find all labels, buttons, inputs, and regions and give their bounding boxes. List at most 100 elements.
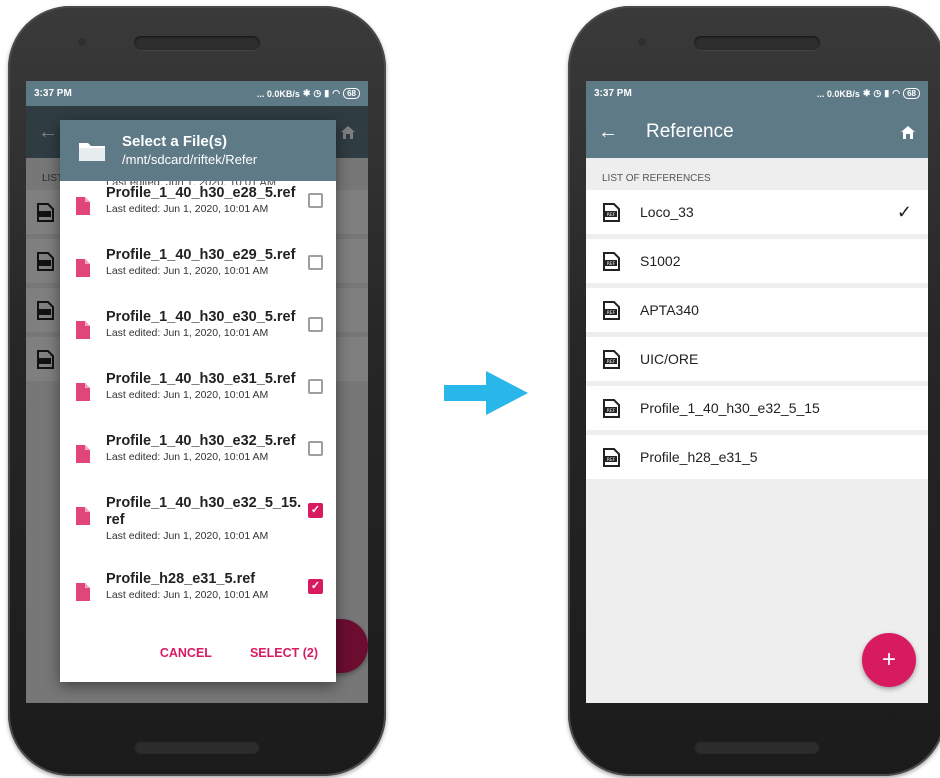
status-bar: 3:37 PM ... 0.0KB/s ✱ ◷ ▮ ◠ 68 (586, 81, 928, 106)
bottom-speaker (134, 740, 260, 754)
file-name: Profile_1_40_h30_e30_5.ref (106, 309, 296, 325)
reference-item[interactable]: REF Profile_h28_e31_5 (586, 435, 928, 479)
status-icons: ... 0.0KB/s ✱ ◷ ▮ ◠ 68 (817, 88, 920, 99)
file-text: Profile_1_40_h30_e32_5_15.ref Last edited… (106, 495, 302, 543)
file-row[interactable]: Profile_1_40_h30_e28_5.ref Last edited: J… (60, 185, 336, 247)
front-camera (638, 38, 646, 46)
file-meta: Last edited: Jun 1, 2020, 10:01 AM (106, 389, 269, 401)
file-checkbox[interactable]: ✓ (308, 503, 323, 518)
file-icon (76, 383, 90, 401)
alarm-icon: ◷ (313, 88, 322, 98)
file-meta: Last edited: Jun 1, 2020, 10:01 AM (106, 589, 269, 601)
file-icon (76, 583, 90, 601)
reference-item[interactable]: REF APTA340 (586, 288, 928, 332)
reference-label: Profile_h28_e31_5 (640, 449, 758, 465)
ref-file-icon: REF (603, 202, 620, 222)
file-picker-dialog: Select a File(s) /mnt/sdcard/riftek/Refe… (60, 120, 336, 682)
file-row[interactable]: Profile_1_40_h30_e31_5.ref Last edited: J… (60, 371, 336, 433)
dialog-actions: CANCEL SELECT (2) (60, 624, 336, 682)
file-name: Profile_h28_e31_5.ref (106, 571, 256, 587)
file-checkbox[interactable] (308, 193, 323, 208)
battery-icon: 68 (903, 88, 920, 99)
svg-text:REF: REF (607, 310, 616, 316)
dialog-title: Select a File(s) (122, 133, 228, 150)
reference-list: REF Loco_33 ✓ REF S1002 REF APTA340 REF UIC/ORE R… (586, 190, 928, 479)
dialog-header: Select a File(s) /mnt/sdcard/riftek/Refe… (60, 120, 336, 181)
file-meta: Last edited: Jun 1, 2020, 10:01 AM (106, 451, 269, 463)
bottom-speaker (694, 740, 820, 754)
file-name: Profile_1_40_h30_e32_5_15.ref (106, 495, 302, 528)
select-button[interactable]: SELECT (2) (250, 646, 318, 660)
back-arrow-icon[interactable]: ← (598, 121, 618, 144)
ref-file-icon: REF (603, 349, 620, 369)
reference-label: S1002 (640, 253, 681, 269)
file-row[interactable]: Profile_1_40_h30_e32_5.ref Last edited: J… (60, 433, 336, 495)
earpiece-speaker (694, 36, 820, 50)
file-meta: Last edited: Jun 1, 2020, 10:01 AM (106, 530, 269, 542)
status-time: 3:37 PM (594, 88, 632, 99)
reference-label: Profile_1_40_h30_e32_5_15 (640, 400, 820, 416)
ref-file-icon: REF (603, 398, 620, 418)
signal-icon: ▮ (884, 88, 890, 98)
svg-text:REF: REF (607, 261, 616, 267)
alarm-icon: ◷ (873, 88, 882, 98)
reference-item[interactable]: REF UIC/ORE (586, 337, 928, 381)
battery-icon: 68 (343, 88, 360, 99)
cancel-button[interactable]: CANCEL (160, 646, 212, 660)
file-checkbox[interactable] (308, 379, 323, 394)
svg-text:REF: REF (607, 359, 616, 365)
file-row[interactable]: Profile_1_40_h30_e32_5_15.ref Last edited… (60, 495, 336, 571)
reference-item[interactable]: REF Profile_1_40_h30_e32_5_15 (586, 386, 928, 430)
file-row[interactable]: Profile_1_40_h30_e29_5.ref Last edited: J… (60, 247, 336, 309)
reference-label: Loco_33 (640, 204, 694, 220)
reference-label: UIC/ORE (640, 351, 699, 367)
dialog-path: /mnt/sdcard/riftek/Refer (122, 152, 258, 167)
file-icon (76, 197, 90, 215)
reference-item[interactable]: REF Loco_33 ✓ (586, 190, 928, 234)
file-meta: Last edited: Jun 1, 2020, 10:01 AM (106, 327, 269, 339)
file-checkbox[interactable]: ✓ (308, 579, 323, 594)
file-name: Profile_1_40_h30_e31_5.ref (106, 371, 296, 387)
file-text: Profile_1_40_h30_e32_5.ref Last edited: J… (106, 433, 302, 464)
earpiece-speaker (134, 36, 260, 50)
file-checkbox[interactable] (308, 255, 323, 270)
net-speed: ... 0.0KB/s (256, 88, 300, 99)
file-icon (76, 259, 90, 277)
front-camera (78, 38, 86, 46)
toolbar: ← Reference (586, 106, 928, 158)
status-bar: 3:37 PM ... 0.0KB/s ✱ ◷ ▮ ◠ 68 (26, 81, 368, 106)
wifi-icon: ◠ (892, 88, 901, 98)
toolbar-title: Reference (646, 121, 734, 142)
ref-file-icon: REF (603, 447, 620, 467)
file-name: Profile_1_40_h30_e28_5.ref (106, 185, 296, 201)
file-meta: Last edited: Jun 1, 2020, 10:01 AM (106, 203, 269, 215)
wifi-icon: ◠ (332, 88, 341, 98)
screen-right: 3:37 PM ... 0.0KB/s ✱ ◷ ▮ ◠ 68 ← Referen… (586, 81, 928, 703)
file-icon (76, 507, 90, 525)
file-text: Profile_h28_e31_5.ref Last edited: Jun 1,… (106, 571, 302, 602)
status-icons: ... 0.0KB/s ✱ ◷ ▮ ◠ 68 (257, 88, 360, 99)
bluetooth-icon: ✱ (862, 88, 871, 98)
net-speed: ... 0.0KB/s (816, 88, 860, 99)
status-time: 3:37 PM (34, 88, 72, 99)
svg-text:REF: REF (607, 408, 616, 414)
file-list: Last edited: Jun 1, 2020, 10:01 AM Profi… (60, 177, 336, 633)
bluetooth-icon: ✱ (302, 88, 311, 98)
add-reference-button[interactable]: + (862, 633, 916, 687)
file-checkbox[interactable] (308, 317, 323, 332)
home-icon[interactable] (900, 125, 916, 140)
signal-icon: ▮ (324, 88, 330, 98)
file-text: Profile_1_40_h30_e30_5.ref Last edited: J… (106, 309, 302, 340)
file-text: Profile_1_40_h30_e31_5.ref Last edited: J… (106, 371, 302, 402)
folder-icon (79, 142, 105, 161)
file-name: Profile_1_40_h30_e29_5.ref (106, 247, 296, 263)
check-icon: ✓ (896, 201, 912, 222)
svg-text:REF: REF (607, 457, 616, 463)
arrow-right-icon (444, 371, 528, 415)
ref-file-icon: REF (603, 300, 620, 320)
reference-item[interactable]: REF S1002 (586, 239, 928, 283)
file-text: Profile_1_40_h30_e29_5.ref Last edited: J… (106, 247, 302, 278)
file-row[interactable]: Profile_1_40_h30_e30_5.ref Last edited: J… (60, 309, 336, 371)
file-checkbox[interactable] (308, 441, 323, 456)
file-text: Profile_1_40_h30_e28_5.ref Last edited: J… (106, 185, 302, 216)
